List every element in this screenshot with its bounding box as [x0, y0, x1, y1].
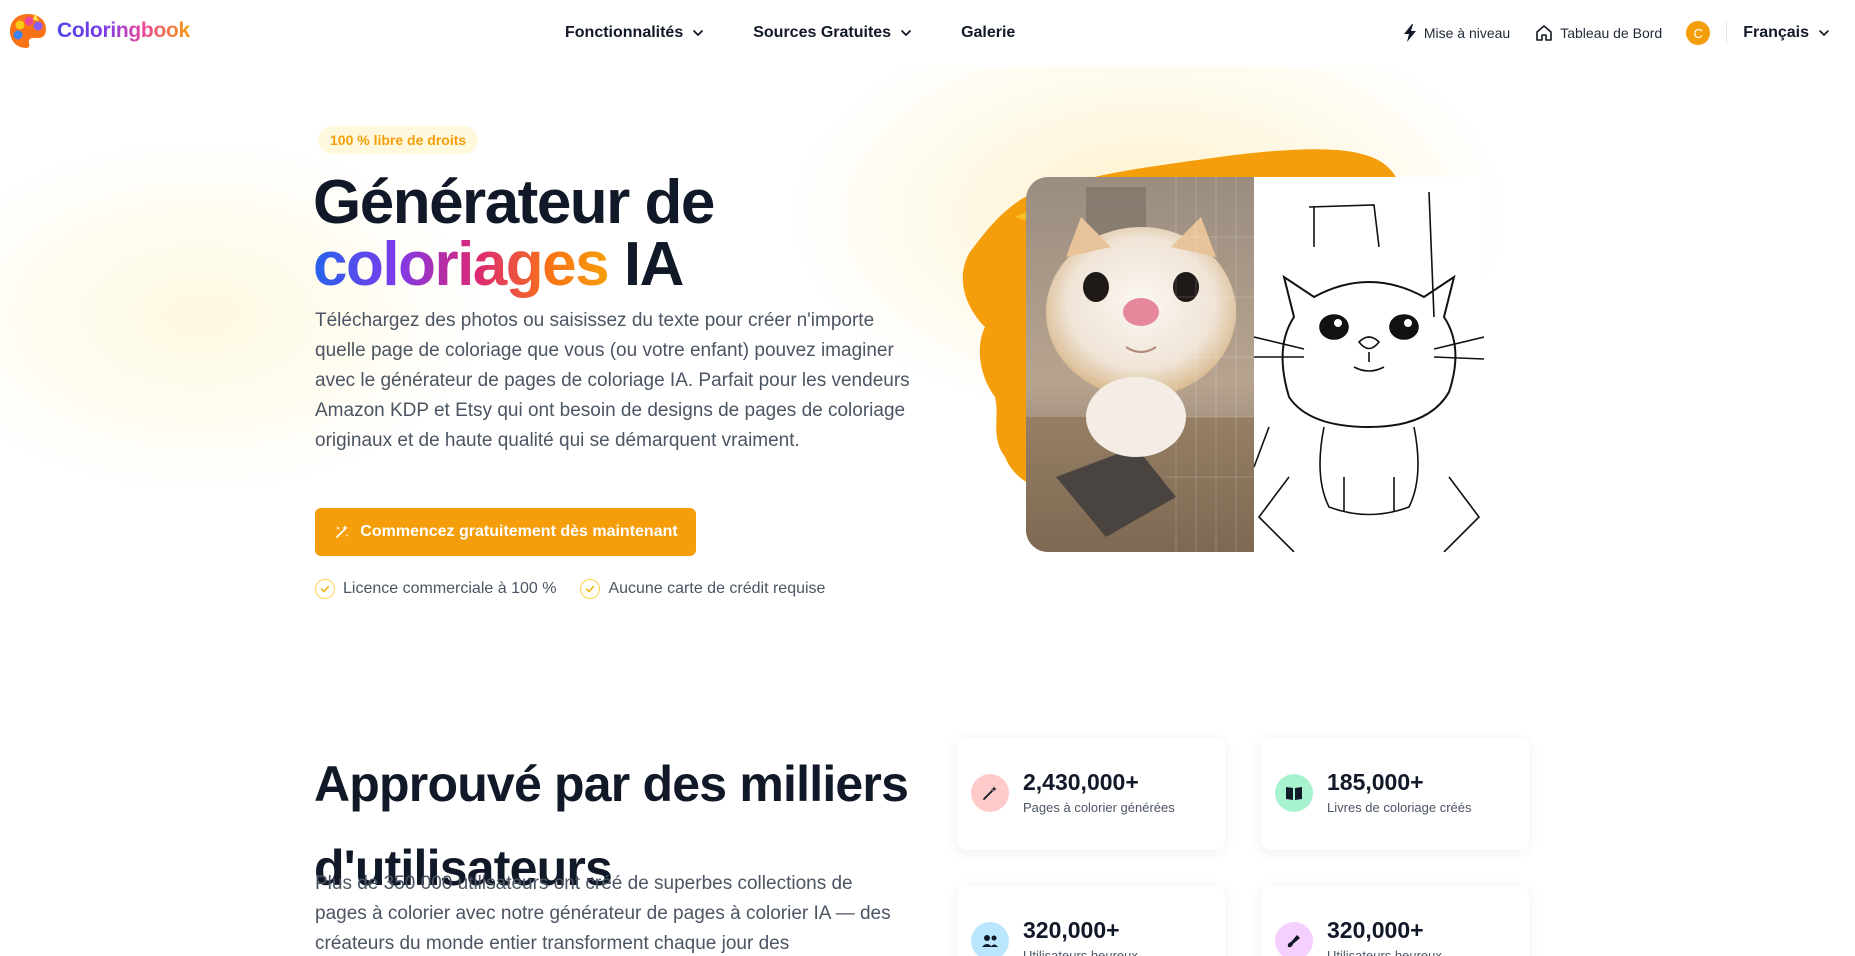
start-free-label: Commencez gratuitement dès maintenant [360, 523, 678, 540]
top-navigation-bar: Coloringbook Fonctionnalités Sources Gra… [0, 0, 1855, 66]
language-selector[interactable]: Français [1743, 24, 1831, 42]
magic-wand-icon [971, 774, 1009, 812]
nav-free-sources-label: Sources Gratuites [753, 24, 892, 41]
nav-gallery-label: Galerie [961, 24, 1016, 41]
main-nav: Fonctionnalités Sources Gratuites Galeri… [565, 0, 1063, 66]
home-icon [1536, 25, 1553, 41]
book-icon [1275, 774, 1313, 812]
benefit-label: Aucune carte de crédit requise [608, 580, 826, 597]
nav-gallery[interactable]: Galerie [961, 24, 1015, 42]
stat-label: Pages à colorier générées [1023, 800, 1175, 815]
check-circle-icon [580, 579, 601, 599]
hero-title-line1: Générateur de [313, 168, 715, 237]
stat-card-books: 185,000+ Livres de coloriage créés [1261, 738, 1529, 850]
stat-card-pages: 2,430,000+ Pages à colorier générées [957, 738, 1225, 850]
dashboard-label: Tableau de Bord [1560, 25, 1663, 41]
check-circle-icon [315, 579, 335, 599]
stat-value: 320,000+ [1023, 917, 1120, 943]
user-avatar[interactable]: C [1686, 21, 1711, 45]
cat-coloring-sketch-image [1254, 177, 1484, 552]
brand-logo[interactable]: Coloringbook [7, 11, 190, 51]
royalty-free-badge: 100 % libre de droits [318, 126, 479, 154]
stat-value: 185,000+ [1327, 769, 1424, 795]
stat-card-happy-users: 320,000+ Utilisateurs heureux [1261, 886, 1529, 956]
benefit-no-credit-card: Aucune carte de crédit requise [580, 579, 825, 599]
hero-title: Générateur de coloriages IA [313, 172, 715, 299]
upgrade-label: Mise à niveau [1423, 25, 1511, 41]
upgrade-link[interactable]: Mise à niveau [1402, 23, 1510, 43]
brand-name: Coloringbook [57, 19, 190, 42]
sparkles-icon [336, 525, 349, 538]
start-free-button[interactable]: Commencez gratuitement dès maintenant [315, 508, 696, 556]
hero-benefits: Licence commerciale à 100 % Aucune carte… [315, 579, 825, 599]
brush-icon [1275, 922, 1313, 956]
benefit-commercial-license: Licence commerciale à 100 % [315, 579, 556, 599]
hero-title-gradient-word: coloriages [313, 230, 610, 299]
stat-value: 320,000+ [1327, 917, 1424, 943]
stat-card-users: 320,000+ Utilisateurs heureux [957, 886, 1225, 956]
users-icon [971, 922, 1009, 956]
account-nav: Mise à niveau Tableau de Bord C Français [1402, 0, 1831, 66]
chevron-down-icon [1819, 30, 1829, 37]
nav-free-sources[interactable]: Sources Gratuites [753, 24, 913, 42]
trust-section-description: Plus de 350 000 utilisateurs ont créé de… [315, 873, 891, 954]
palette-logo-icon [7, 11, 49, 51]
nav-features-label: Fonctionnalités [565, 24, 684, 41]
nav-features[interactable]: Fonctionnalités [565, 24, 705, 42]
hero-title-tail: IA [608, 230, 685, 299]
stat-label: Utilisateurs heureux [1327, 948, 1442, 956]
trust-title-line1: Approuvé par des milliers [314, 756, 909, 812]
lightning-icon [1403, 24, 1416, 42]
hero-background [0, 66, 1855, 666]
stat-value: 2,430,000+ [1023, 769, 1139, 795]
cat-photo-image [1026, 177, 1256, 552]
stat-label: Utilisateurs heureux [1023, 948, 1138, 956]
benefit-label: Licence commerciale à 100 % [343, 580, 557, 597]
chevron-down-icon [901, 30, 911, 37]
stat-label: Livres de coloriage créés [1327, 800, 1472, 815]
divider [1726, 22, 1728, 44]
dashboard-link[interactable]: Tableau de Bord [1534, 23, 1662, 43]
language-label: Français [1743, 24, 1809, 41]
hero-description: Téléchargez des photos ou saisissez du t… [315, 310, 910, 451]
chevron-down-icon [693, 30, 704, 37]
